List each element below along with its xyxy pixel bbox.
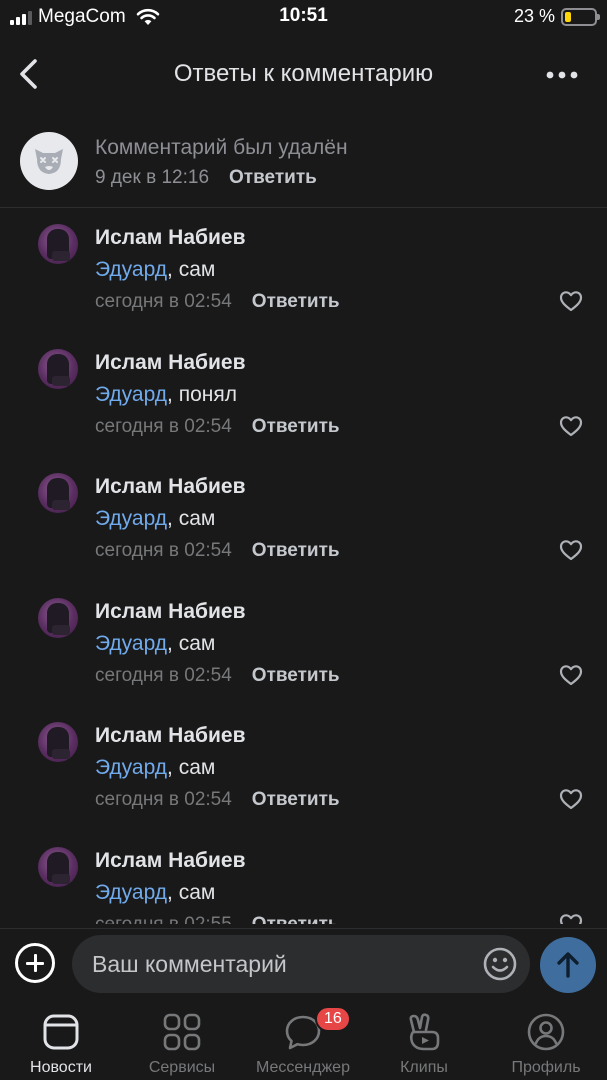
reply-item: Ислам Набиев Эдуард, понял сегодня в 02:54… bbox=[0, 337, 607, 462]
reply-message: , сам bbox=[167, 631, 216, 655]
reply-meta: сегодня в 02:54 Ответить bbox=[95, 665, 340, 687]
like-icon[interactable] bbox=[559, 539, 583, 561]
avatar[interactable] bbox=[38, 597, 78, 638]
reply-author[interactable]: Ислам Набиев bbox=[95, 849, 245, 873]
more-options-icon[interactable] bbox=[545, 67, 579, 83]
reply-mention[interactable]: Эдуард bbox=[95, 507, 167, 530]
battery-percent: 23 % bbox=[513, 6, 555, 26]
status-bar: MegaCom 10:51 23 % bbox=[0, 0, 607, 34]
reply-text: Эдуард, сам bbox=[95, 881, 215, 905]
deleted-comment-text: Комментарий был удалён bbox=[95, 136, 348, 159]
reply-message: , сам bbox=[167, 258, 216, 281]
screen: MegaCom 10:51 23 % Ответы к комментарию bbox=[0, 0, 607, 1080]
reply-time: сегодня в 02:54 bbox=[95, 415, 232, 437]
deleted-comment-meta: 9 дек в 12:16 Ответить bbox=[95, 167, 317, 189]
reply-item: Ислам Набиев Эдуард, сам сегодня в 02:54 От… bbox=[0, 212, 607, 337]
reply-link[interactable]: Ответить bbox=[252, 540, 340, 561]
avatar[interactable] bbox=[38, 847, 78, 887]
comment-input[interactable] bbox=[72, 935, 530, 993]
deleted-dog-icon bbox=[35, 149, 63, 174]
reply-message: , понял bbox=[167, 382, 237, 406]
deleted-avatar bbox=[20, 132, 78, 190]
reply-link[interactable]: Ответить bbox=[252, 789, 340, 810]
tab-news[interactable]: Новости bbox=[1, 1008, 121, 1080]
like-icon[interactable] bbox=[559, 664, 583, 686]
reply-text: Эдуард, сам bbox=[95, 756, 215, 780]
reply-link[interactable]: Ответить bbox=[252, 914, 340, 924]
reply-mention[interactable]: Эдуард bbox=[95, 881, 167, 904]
reply-meta: сегодня в 02:54 Ответить bbox=[95, 416, 340, 438]
reply-link[interactable]: Ответить bbox=[252, 665, 340, 686]
reply-mention[interactable]: Эдуард bbox=[95, 632, 167, 655]
reply-meta: сегодня в 02:54 Ответить bbox=[95, 789, 340, 811]
add-attachment-button[interactable] bbox=[15, 943, 55, 983]
reply-time: сегодня в 02:55 bbox=[95, 914, 232, 924]
tab-label: Профиль bbox=[511, 1059, 581, 1076]
reply-author[interactable]: Ислам Набиев bbox=[95, 226, 245, 250]
reply-message: , сам bbox=[167, 881, 216, 904]
reply-meta: сегодня в 02:54 Ответить bbox=[95, 291, 340, 313]
reply-mention[interactable]: Эдуард bbox=[95, 756, 167, 779]
reply-mention[interactable]: Эдуард bbox=[95, 383, 167, 406]
emoji-icon[interactable] bbox=[482, 946, 518, 982]
tab-label: Новости bbox=[30, 1059, 92, 1076]
reply-item: Ислам Набиев Эдуард, сам сегодня в 02:54 От… bbox=[0, 461, 607, 586]
reply-time: сегодня в 02:54 bbox=[95, 291, 232, 312]
like-icon[interactable] bbox=[559, 788, 583, 810]
tab-profile[interactable]: Профиль bbox=[486, 1008, 606, 1080]
battery-icon bbox=[561, 7, 600, 26]
reply-text: Эдуард, сам bbox=[95, 258, 215, 282]
profile-icon bbox=[527, 1013, 565, 1051]
reply-meta: сегодня в 02:55 Ответить bbox=[95, 914, 340, 924]
reply-message: , сам bbox=[167, 756, 216, 780]
reply-time: сегодня в 02:54 bbox=[95, 789, 232, 811]
replies-list: Ислам Набиев Эдуард, сам сегодня в 02:54 От… bbox=[0, 212, 607, 924]
page-title: Ответы к комментарию bbox=[173, 60, 434, 87]
reply-link[interactable]: Ответить bbox=[252, 291, 340, 312]
reply-text: Эдуард, сам bbox=[95, 507, 215, 531]
avatar[interactable] bbox=[38, 224, 78, 264]
reply-author[interactable]: Ислам Набиев bbox=[95, 724, 245, 748]
send-arrow-icon bbox=[557, 952, 579, 978]
battery-fill bbox=[565, 11, 571, 22]
reply-text: Эдуард, понял bbox=[95, 383, 237, 407]
reply-link[interactable]: Ответить bbox=[229, 167, 317, 188]
news-icon bbox=[43, 1014, 79, 1050]
services-icon bbox=[163, 1013, 201, 1051]
tab-clips[interactable]: Клипы bbox=[364, 1008, 484, 1080]
avatar[interactable] bbox=[38, 473, 78, 514]
messenger-badge: 16 bbox=[315, 1006, 351, 1032]
reply-message: , сам bbox=[167, 507, 216, 531]
tab-label: Клипы bbox=[400, 1059, 448, 1076]
reply-item: Ислам Набиев Эдуард, сам сегодня в 02:54 От… bbox=[0, 710, 607, 835]
tab-messenger[interactable]: 16 Мессенджер bbox=[243, 1006, 363, 1080]
like-icon[interactable] bbox=[559, 290, 583, 312]
tab-services[interactable]: Сервисы bbox=[122, 1008, 242, 1080]
clips-icon bbox=[409, 1013, 440, 1051]
like-icon[interactable] bbox=[559, 415, 583, 437]
tab-label: Сервисы bbox=[148, 1059, 216, 1076]
status-right: 23 % bbox=[513, 6, 600, 27]
reply-time: сегодня в 02:54 bbox=[95, 540, 232, 562]
reply-link[interactable]: Ответить bbox=[252, 416, 340, 437]
reply-author[interactable]: Ислам Набиев bbox=[95, 600, 245, 624]
reply-item: Ислам Набиев Эдуард, сам сегодня в 02:55 От… bbox=[0, 835, 607, 924]
comment-composer bbox=[0, 928, 607, 1000]
header: Ответы к комментарию bbox=[0, 40, 607, 110]
reply-meta: сегодня в 02:54 Ответить bbox=[95, 540, 340, 562]
reply-item: Ислам Набиев Эдуард, сам сегодня в 02:54 От… bbox=[0, 586, 607, 711]
reply-mention[interactable]: Эдуард bbox=[95, 258, 167, 281]
deleted-comment: Комментарий был удалён 9 дек в 12:16 Отве… bbox=[0, 130, 607, 208]
avatar[interactable] bbox=[38, 722, 78, 763]
deleted-comment-date: 9 дек в 12:16 bbox=[95, 167, 210, 188]
tab-bar: Новости Сервисы 16 Мессенджер Клипы Проф… bbox=[0, 1000, 607, 1080]
tab-label: Мессенджер bbox=[256, 1059, 350, 1076]
reply-time: сегодня в 02:54 bbox=[95, 664, 232, 686]
send-button[interactable] bbox=[540, 937, 596, 993]
avatar[interactable] bbox=[38, 348, 78, 389]
like-icon[interactable] bbox=[559, 913, 583, 924]
reply-text: Эдуард, сам bbox=[95, 632, 215, 656]
reply-author[interactable]: Ислам Набиев bbox=[95, 475, 245, 499]
reply-author[interactable]: Ислам Набиев bbox=[95, 351, 245, 375]
